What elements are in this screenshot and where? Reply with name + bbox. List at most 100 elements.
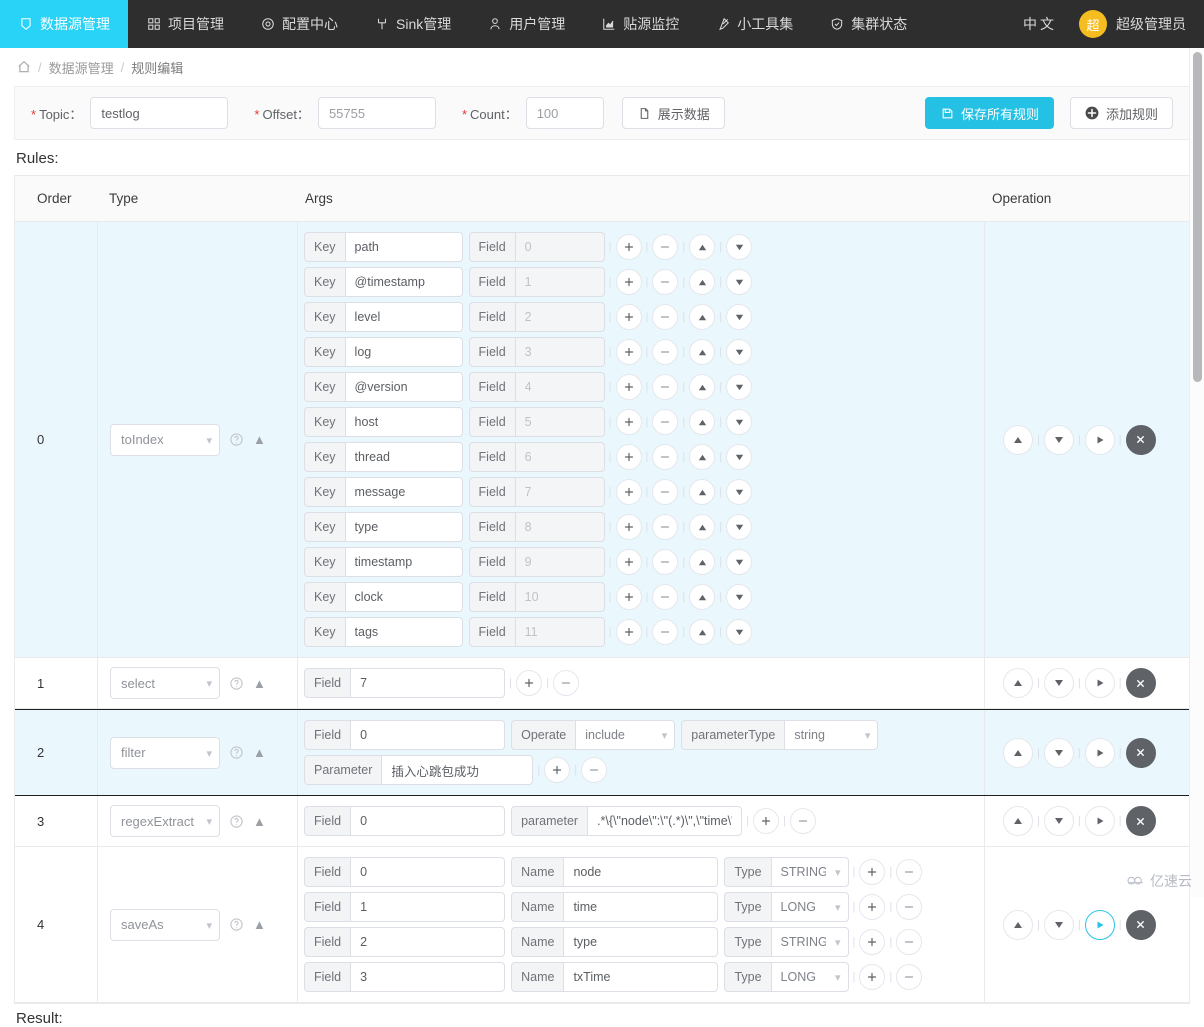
remove-arg-button[interactable] xyxy=(896,929,923,955)
rule-move-up-button[interactable] xyxy=(1003,737,1033,768)
add-arg-button[interactable] xyxy=(615,549,642,575)
add-arg-button[interactable] xyxy=(859,964,886,990)
help-icon[interactable] xyxy=(229,676,244,691)
arg-move-up-button[interactable] xyxy=(689,514,716,540)
key-input[interactable]: @version xyxy=(344,372,463,402)
field-input[interactable]: 8 xyxy=(514,512,605,542)
arg-move-up-button[interactable] xyxy=(689,584,716,610)
field-input[interactable]: 0 xyxy=(350,720,506,750)
rule-run-button[interactable] xyxy=(1084,668,1115,698)
parameter-input[interactable]: 插入心跳包成功 xyxy=(381,755,534,785)
vertical-scrollbar-thumb[interactable] xyxy=(1193,52,1202,382)
add-arg-button[interactable] xyxy=(615,479,642,505)
arg-move-down-button[interactable] xyxy=(726,269,753,295)
rule-row-4[interactable]: 4 saveAs ▾ ▲ Field 0 Name node Type STRING ▾ | | Fiel… xyxy=(15,847,1189,1003)
rule-move-down-button[interactable] xyxy=(1043,806,1074,836)
help-icon[interactable] xyxy=(229,917,244,932)
rule-move-down-button[interactable] xyxy=(1043,909,1074,940)
remove-arg-button[interactable] xyxy=(652,409,679,435)
add-arg-button[interactable] xyxy=(615,514,642,540)
name-input[interactable]: type xyxy=(563,927,719,957)
key-input[interactable]: message xyxy=(344,477,463,507)
add-arg-button[interactable] xyxy=(615,269,642,295)
language-switcher[interactable]: 中文 xyxy=(1005,0,1075,48)
remove-arg-button[interactable] xyxy=(652,584,679,610)
field-input[interactable]: 6 xyxy=(514,442,605,472)
remove-arg-button[interactable] xyxy=(896,964,923,990)
remove-arg-button[interactable] xyxy=(652,304,679,330)
name-input[interactable]: node xyxy=(563,857,719,887)
add-arg-button[interactable] xyxy=(615,619,642,645)
field-input[interactable]: 2 xyxy=(514,302,605,332)
rule-type-select[interactable]: regexExtract ▾ xyxy=(110,805,220,837)
field-input[interactable]: 0 xyxy=(514,232,605,262)
rule-move-up-button[interactable] xyxy=(1003,668,1033,698)
remove-arg-button[interactable] xyxy=(652,269,679,295)
add-arg-button[interactable] xyxy=(752,808,779,834)
rule-run-button[interactable] xyxy=(1084,909,1115,940)
key-input[interactable]: timestamp xyxy=(344,547,463,577)
add-arg-button[interactable] xyxy=(615,584,642,610)
rule-delete-button[interactable] xyxy=(1125,424,1156,455)
home-icon[interactable] xyxy=(16,60,31,75)
breadcrumb-item-0[interactable]: 数据源管理 xyxy=(49,58,114,77)
key-input[interactable]: tags xyxy=(344,617,463,647)
field-input[interactable]: 0 xyxy=(350,806,506,836)
arg-move-down-button[interactable] xyxy=(726,234,753,260)
rule-move-up-button[interactable] xyxy=(1003,806,1033,836)
field-input[interactable]: 3 xyxy=(350,962,506,992)
add-arg-button[interactable] xyxy=(615,234,642,260)
help-icon[interactable] xyxy=(229,432,244,447)
key-input[interactable]: clock xyxy=(344,582,463,612)
add-arg-button[interactable] xyxy=(544,757,571,783)
rule-type-select[interactable]: saveAs ▾ xyxy=(110,908,220,941)
rule-type-select[interactable]: toIndex ▾ xyxy=(110,423,220,456)
nav-item-0[interactable]: 数据源管理 xyxy=(0,0,128,48)
arg-move-down-button[interactable] xyxy=(726,409,753,435)
type-select[interactable]: STRING ▾ xyxy=(770,857,849,887)
field-input[interactable]: 7 xyxy=(350,668,506,698)
rule-move-up-button[interactable] xyxy=(1003,909,1033,940)
add-arg-button[interactable] xyxy=(615,304,642,330)
field-input[interactable]: 1 xyxy=(514,267,605,297)
rule-delete-button[interactable] xyxy=(1125,668,1156,698)
arg-move-up-button[interactable] xyxy=(689,374,716,400)
arg-move-up-button[interactable] xyxy=(689,479,716,505)
remove-arg-button[interactable] xyxy=(896,894,923,920)
help-icon[interactable] xyxy=(229,745,244,760)
remove-arg-button[interactable] xyxy=(896,859,923,885)
nav-item-4[interactable]: 用户管理 xyxy=(469,0,583,48)
rule-row-3[interactable]: 3 regexExtract ▾ ▲ Field 0 parameter .*\{\"node… xyxy=(15,796,1189,847)
help-icon[interactable] xyxy=(229,814,244,829)
field-input[interactable]: 10 xyxy=(514,582,605,612)
add-arg-button[interactable] xyxy=(615,339,642,365)
rule-delete-button[interactable] xyxy=(1125,909,1156,940)
add-arg-button[interactable] xyxy=(859,859,886,885)
nav-item-2[interactable]: 配置中心 xyxy=(242,0,356,48)
arg-move-up-button[interactable] xyxy=(689,444,716,470)
vertical-scrollbar[interactable] xyxy=(1189,48,1204,897)
rule-row-2[interactable]: 2 filter ▾ ▲ Field 0 Operate include ▾ parameterT… xyxy=(15,709,1189,796)
key-input[interactable]: type xyxy=(344,512,463,542)
collapse-icon[interactable]: ▲ xyxy=(253,814,266,829)
rule-row-1[interactable]: 1 select ▾ ▲ Field 7 | | | | | xyxy=(15,658,1189,709)
rule-move-down-button[interactable] xyxy=(1043,424,1074,455)
remove-arg-button[interactable] xyxy=(581,757,608,783)
collapse-icon[interactable]: ▲ xyxy=(253,432,266,447)
arg-move-down-button[interactable] xyxy=(726,619,753,645)
arg-move-up-button[interactable] xyxy=(689,234,716,260)
arg-move-up-button[interactable] xyxy=(689,619,716,645)
nav-item-6[interactable]: 小工具集 xyxy=(697,0,811,48)
arg-move-up-button[interactable] xyxy=(689,409,716,435)
remove-arg-button[interactable] xyxy=(652,549,679,575)
name-input[interactable]: txTime xyxy=(563,962,719,992)
nav-item-1[interactable]: 项目管理 xyxy=(128,0,242,48)
nav-item-3[interactable]: Sink管理 xyxy=(356,0,469,48)
field-input[interactable]: 11 xyxy=(514,617,605,647)
parameter-type-select[interactable]: string ▾ xyxy=(784,720,879,750)
arg-move-up-button[interactable] xyxy=(689,304,716,330)
add-arg-button[interactable] xyxy=(615,374,642,400)
key-input[interactable]: thread xyxy=(344,442,463,472)
rule-type-select[interactable]: select ▾ xyxy=(110,667,220,699)
arg-move-up-button[interactable] xyxy=(689,339,716,365)
